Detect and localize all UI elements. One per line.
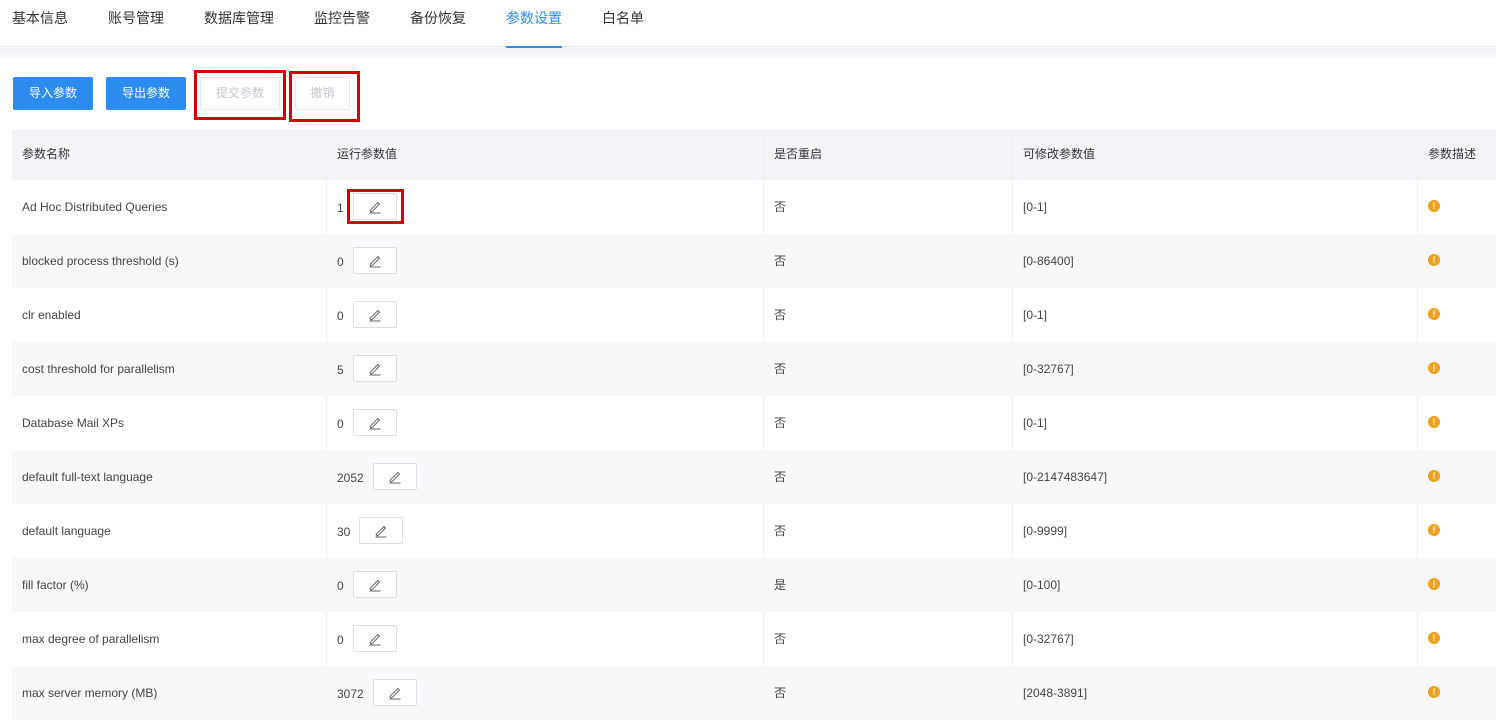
tab-bar: 基本信息 账号管理 数据库管理 监控告警 备份恢复 参数设置 白名单: [0, 0, 1496, 48]
value-range: [2048-3891]: [1023, 686, 1088, 700]
info-icon[interactable]: !: [1428, 470, 1440, 482]
tab-whitelist[interactable]: 白名单: [602, 0, 644, 47]
param-name: cost threshold for parallelism: [22, 362, 175, 376]
header-running-value: 运行参数值: [337, 147, 398, 161]
value-range: [0-1]: [1023, 416, 1048, 430]
value-range: [0-9999]: [1023, 524, 1068, 538]
value-range: [0-32767]: [1023, 632, 1074, 646]
running-value: 0: [337, 579, 344, 593]
info-icon[interactable]: !: [1428, 416, 1440, 428]
running-value: 1: [337, 201, 344, 215]
tab-accounts[interactable]: 账号管理: [108, 0, 164, 47]
value-range: [0-86400]: [1023, 254, 1074, 268]
value-range: [0-32767]: [1023, 362, 1074, 376]
table-row: max server memory (MB) 3072 否 [2048-3891]!: [12, 666, 1496, 720]
edit-value-button[interactable]: [353, 625, 397, 652]
table-row: cost threshold for parallelism 5 否 [0-32767…: [12, 342, 1496, 396]
restart-required: 否: [774, 362, 787, 376]
restart-required: 否: [774, 200, 787, 214]
submit-params-button[interactable]: 提交参数: [200, 77, 280, 110]
value-range: [0-2147483647]: [1023, 470, 1108, 484]
edit-value-button[interactable]: [353, 301, 397, 328]
tab-monitoring[interactable]: 监控告警: [314, 0, 370, 47]
info-icon[interactable]: !: [1428, 632, 1440, 644]
table-row: fill factor (%) 0 是 [0-100]!: [12, 558, 1496, 612]
header-range: 可修改参数值: [1023, 147, 1096, 161]
table-row: blocked process threshold (s) 0 否 [0-86400]…: [12, 234, 1496, 288]
value-range: [0-1]: [1023, 200, 1048, 214]
info-icon[interactable]: !: [1428, 254, 1440, 266]
running-value: 2052: [337, 471, 364, 485]
info-icon[interactable]: !: [1428, 200, 1440, 212]
restart-required: 否: [774, 308, 787, 322]
running-value: 3072: [337, 687, 364, 701]
restart-required: 否: [774, 470, 787, 484]
param-name: blocked process threshold (s): [22, 254, 179, 268]
param-name: Ad Hoc Distributed Queries: [22, 200, 168, 214]
info-icon[interactable]: !: [1428, 686, 1440, 698]
edit-value-button[interactable]: [353, 409, 397, 436]
running-value: 0: [337, 417, 344, 431]
restart-required: 否: [774, 524, 787, 538]
running-value: 30: [337, 525, 351, 539]
running-value: 0: [337, 309, 344, 323]
restart-required: 否: [774, 686, 787, 700]
running-value: 0: [337, 255, 344, 269]
revoke-button[interactable]: 撤销: [295, 77, 350, 110]
tab-basic-info[interactable]: 基本信息: [12, 0, 68, 47]
export-params-button[interactable]: 导出参数: [106, 77, 186, 110]
restart-required: 是: [774, 578, 787, 592]
running-value: 0: [337, 633, 344, 647]
param-name: max degree of parallelism: [22, 632, 160, 646]
param-name: Database Mail XPs: [22, 416, 125, 430]
restart-required: 否: [774, 254, 787, 268]
info-icon[interactable]: !: [1428, 524, 1440, 536]
import-params-button[interactable]: 导入参数: [13, 77, 93, 110]
tab-divider-band: [0, 48, 1496, 57]
edit-value-button[interactable]: [353, 355, 397, 382]
info-icon[interactable]: !: [1428, 362, 1440, 374]
table-header: 参数名称 运行参数值 是否重启 可修改参数值 参数描述: [12, 130, 1496, 180]
param-name: default full-text language: [22, 470, 153, 484]
edit-value-button[interactable]: [353, 571, 397, 598]
edit-value-button[interactable]: [359, 517, 403, 544]
tab-databases[interactable]: 数据库管理: [204, 0, 274, 47]
restart-required: 否: [774, 416, 787, 430]
tab-backup-restore[interactable]: 备份恢复: [410, 0, 466, 47]
table-row: Database Mail XPs 0 否 [0-1]!: [12, 396, 1496, 450]
param-name: clr enabled: [22, 308, 81, 322]
param-name: fill factor (%): [22, 578, 89, 592]
table-row: Ad Hoc Distributed Queries 1 否 [0-1]!: [12, 180, 1496, 234]
param-name: default language: [22, 524, 111, 538]
value-range: [0-1]: [1023, 308, 1048, 322]
table-row: clr enabled 0 否 [0-1]!: [12, 288, 1496, 342]
param-name: max server memory (MB): [22, 686, 158, 700]
header-restart: 是否重启: [774, 147, 823, 161]
restart-required: 否: [774, 632, 787, 646]
table-row: default language 30 否 [0-9999]!: [12, 504, 1496, 558]
tab-parameters[interactable]: 参数设置: [506, 0, 562, 48]
info-icon[interactable]: !: [1428, 578, 1440, 590]
value-range: [0-100]: [1023, 578, 1061, 592]
edit-value-button[interactable]: [353, 193, 397, 220]
edit-value-button[interactable]: [353, 247, 397, 274]
header-param-name: 参数名称: [22, 147, 71, 161]
header-description: 参数描述: [1428, 147, 1477, 161]
table-row: default full-text language 2052 否 [0-214748…: [12, 450, 1496, 504]
running-value: 5: [337, 363, 344, 377]
info-icon[interactable]: !: [1428, 308, 1440, 320]
table-row: max degree of parallelism 0 否 [0-32767]!: [12, 612, 1496, 666]
edit-value-button[interactable]: [373, 463, 417, 490]
edit-value-button[interactable]: [373, 679, 417, 706]
